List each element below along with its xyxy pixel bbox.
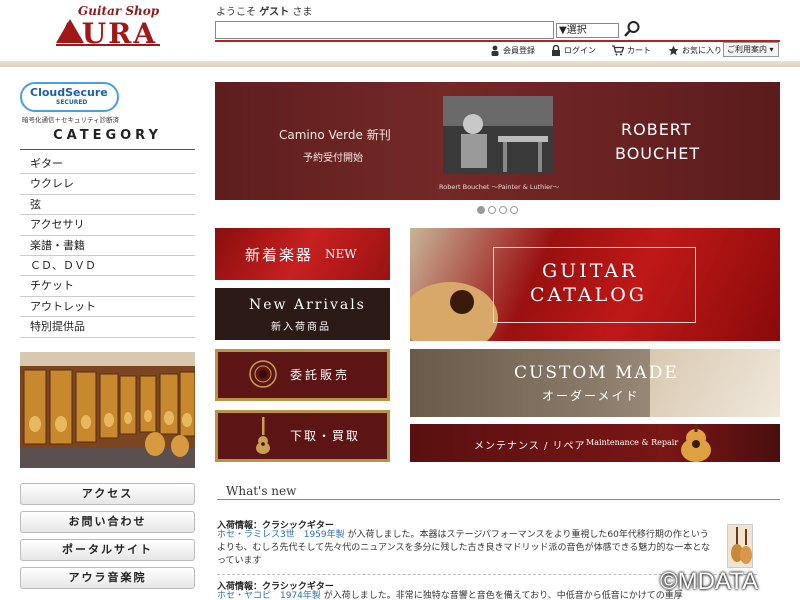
category-divider [20, 149, 195, 150]
guitar-rosette-icon [249, 360, 277, 388]
login-label: ログイン [564, 46, 596, 55]
guitar-icon [256, 417, 270, 454]
custom-made-en: CUSTOM MADE [514, 363, 679, 383]
slider-dot-4[interactable] [510, 206, 518, 214]
member-register-label: 会員登録 [503, 46, 535, 55]
new-instruments-jp: 新着楽器 [245, 246, 314, 264]
welcome-suffix: さま [292, 7, 313, 18]
whats-new-title: What's new [226, 484, 297, 498]
category-guitar[interactable]: ギター [20, 154, 195, 175]
new-instruments-banner[interactable]: 新着楽器 NEW [215, 228, 390, 280]
news-item-2-body: が入荷しました。非常に独特な音響と音色を備えており、中低音から低音にかけての重厚 [323, 591, 683, 600]
welcome-prefix: ようこそ [216, 7, 256, 18]
hero-subtitle: 予約受付開始 [303, 153, 363, 164]
shop-photo-art [20, 352, 195, 468]
access-button[interactable]: アクセス [20, 483, 195, 505]
category-tickets[interactable]: チケット [20, 276, 195, 297]
category-scores-books[interactable]: 楽譜・書籍 [20, 236, 195, 256]
member-register-link[interactable]: 会員登録 [490, 43, 535, 58]
news-item-1-text: ホセ・ラミレス3世 1959年製 が入荷しました。本器はステージパフォーマンスを… [217, 529, 717, 568]
custom-workbench-art [650, 349, 780, 417]
favorites-link[interactable]: お気に入り [668, 43, 722, 58]
security-badge-sub: SECURED [56, 99, 88, 106]
maintenance-banner[interactable]: メンテナンス / リペア Maintenance & Repair [410, 424, 780, 462]
category-special[interactable]: 特別提供品 [20, 317, 195, 338]
category-ukulele[interactable]: ウクレレ [20, 174, 195, 195]
hero-name-first: ROBERT [621, 120, 692, 139]
person-icon [491, 45, 499, 56]
hero-slider[interactable]: Camino Verde 新刊 予約受付開始 Robert Bouchet ～P… [215, 82, 780, 200]
hero-name-last: BOUCHET [615, 144, 701, 163]
favorites-label: お気に入り [682, 46, 722, 55]
guide-dropdown[interactable]: ご利用案内 ▾ [723, 42, 779, 57]
consignment-banner[interactable]: 委託販売 [215, 349, 390, 401]
category-title: CATEGORY [53, 128, 162, 143]
hero-title: Camino Verde 新刊 [279, 128, 391, 142]
custom-made-jp: オーダーメイド [542, 389, 640, 403]
slider-dot-3[interactable] [499, 206, 507, 214]
search-button[interactable] [622, 19, 642, 39]
category-strings[interactable]: 弦 [20, 195, 195, 216]
slider-dots [477, 206, 518, 214]
news-item-2-link[interactable]: ホセ・ヤコピ 1974年製 [217, 591, 321, 600]
category-accessories[interactable]: アクセサリ [20, 215, 195, 236]
news-item-1-link[interactable]: ホセ・ラミレス3世 1959年製 [217, 530, 345, 540]
consignment-label: 委託販売 [290, 368, 351, 382]
new-arrivals-en: New Arrivals [249, 297, 366, 313]
star-icon [668, 45, 679, 56]
trade-in-banner[interactable]: 下取・買取 [215, 410, 390, 462]
cart-label: カート [627, 46, 651, 55]
guitar-art [681, 424, 711, 462]
header-divider [215, 40, 780, 42]
logo-underline [56, 44, 160, 46]
catalog-title-1: GUITAR [542, 260, 639, 282]
guitar-body-art [410, 282, 498, 341]
copyright-watermark: ©MDATA [660, 568, 759, 595]
lock-icon [552, 45, 560, 56]
contact-button[interactable]: お問い合わせ [20, 511, 195, 533]
slider-dot-1[interactable] [477, 206, 485, 214]
maintenance-en: Maintenance & Repair [586, 438, 679, 447]
logo-subtitle[interactable]: Guitar Shop [78, 4, 159, 18]
cart-icon [612, 45, 624, 56]
custom-made-banner[interactable]: CUSTOM MADE オーダーメイド [410, 349, 780, 417]
category-list: ギター ウクレレ 弦 アクセサリ 楽譜・書籍 ＣＤ、ＤＶＤ チケット アウトレッ… [20, 154, 195, 338]
site-header: Guitar Shop AURA ようこそ ゲスト さま ▼選択 会員登録 ログ… [0, 0, 800, 66]
new-arrivals-banner[interactable]: New Arrivals 新入荷商品 [215, 288, 390, 340]
header-band [0, 61, 800, 67]
guitar-catalog-banner[interactable]: GUITAR CATALOG [410, 228, 780, 341]
welcome-user: ゲスト [259, 7, 290, 18]
category-cd-dvd[interactable]: ＣＤ、ＤＶＤ [20, 256, 195, 277]
security-badge-title: CloudSecure [30, 86, 108, 99]
hero-photo [443, 96, 553, 174]
trade-in-label: 下取・買取 [290, 429, 361, 443]
aura-music-school-button[interactable]: アウラ音楽院 [20, 567, 195, 589]
whats-new-divider [217, 499, 780, 500]
slider-dot-2[interactable] [488, 206, 496, 214]
maintenance-jp: メンテナンス / リペア [474, 441, 586, 452]
news-item-2-text: ホセ・ヤコピ 1974年製 が入荷しました。非常に独特な音響と音色を備えており、… [217, 590, 717, 600]
search-icon [624, 21, 640, 37]
hero-caption: Robert Bouchet ～Painter & Luthier～ [439, 183, 560, 191]
category-outlet[interactable]: アウトレット [20, 297, 195, 318]
shop-interior-photo[interactable] [20, 352, 195, 468]
new-arrivals-jp: 新入荷商品 [271, 322, 331, 333]
security-caption: 暗号化通信＋セキュリティ診断済 [22, 116, 120, 124]
new-instruments-en: NEW [325, 247, 357, 261]
search-category-select[interactable]: ▼選択 [556, 23, 619, 38]
news-item-1-thumbnail[interactable] [727, 524, 753, 568]
search-input[interactable] [215, 21, 554, 39]
login-link[interactable]: ログイン [551, 43, 596, 58]
cart-link[interactable]: カート [612, 43, 651, 58]
portal-site-button[interactable]: ポータルサイト [20, 539, 195, 561]
welcome-text: ようこそ ゲスト さま [216, 3, 312, 18]
catalog-title-2: CATALOG [530, 284, 647, 306]
